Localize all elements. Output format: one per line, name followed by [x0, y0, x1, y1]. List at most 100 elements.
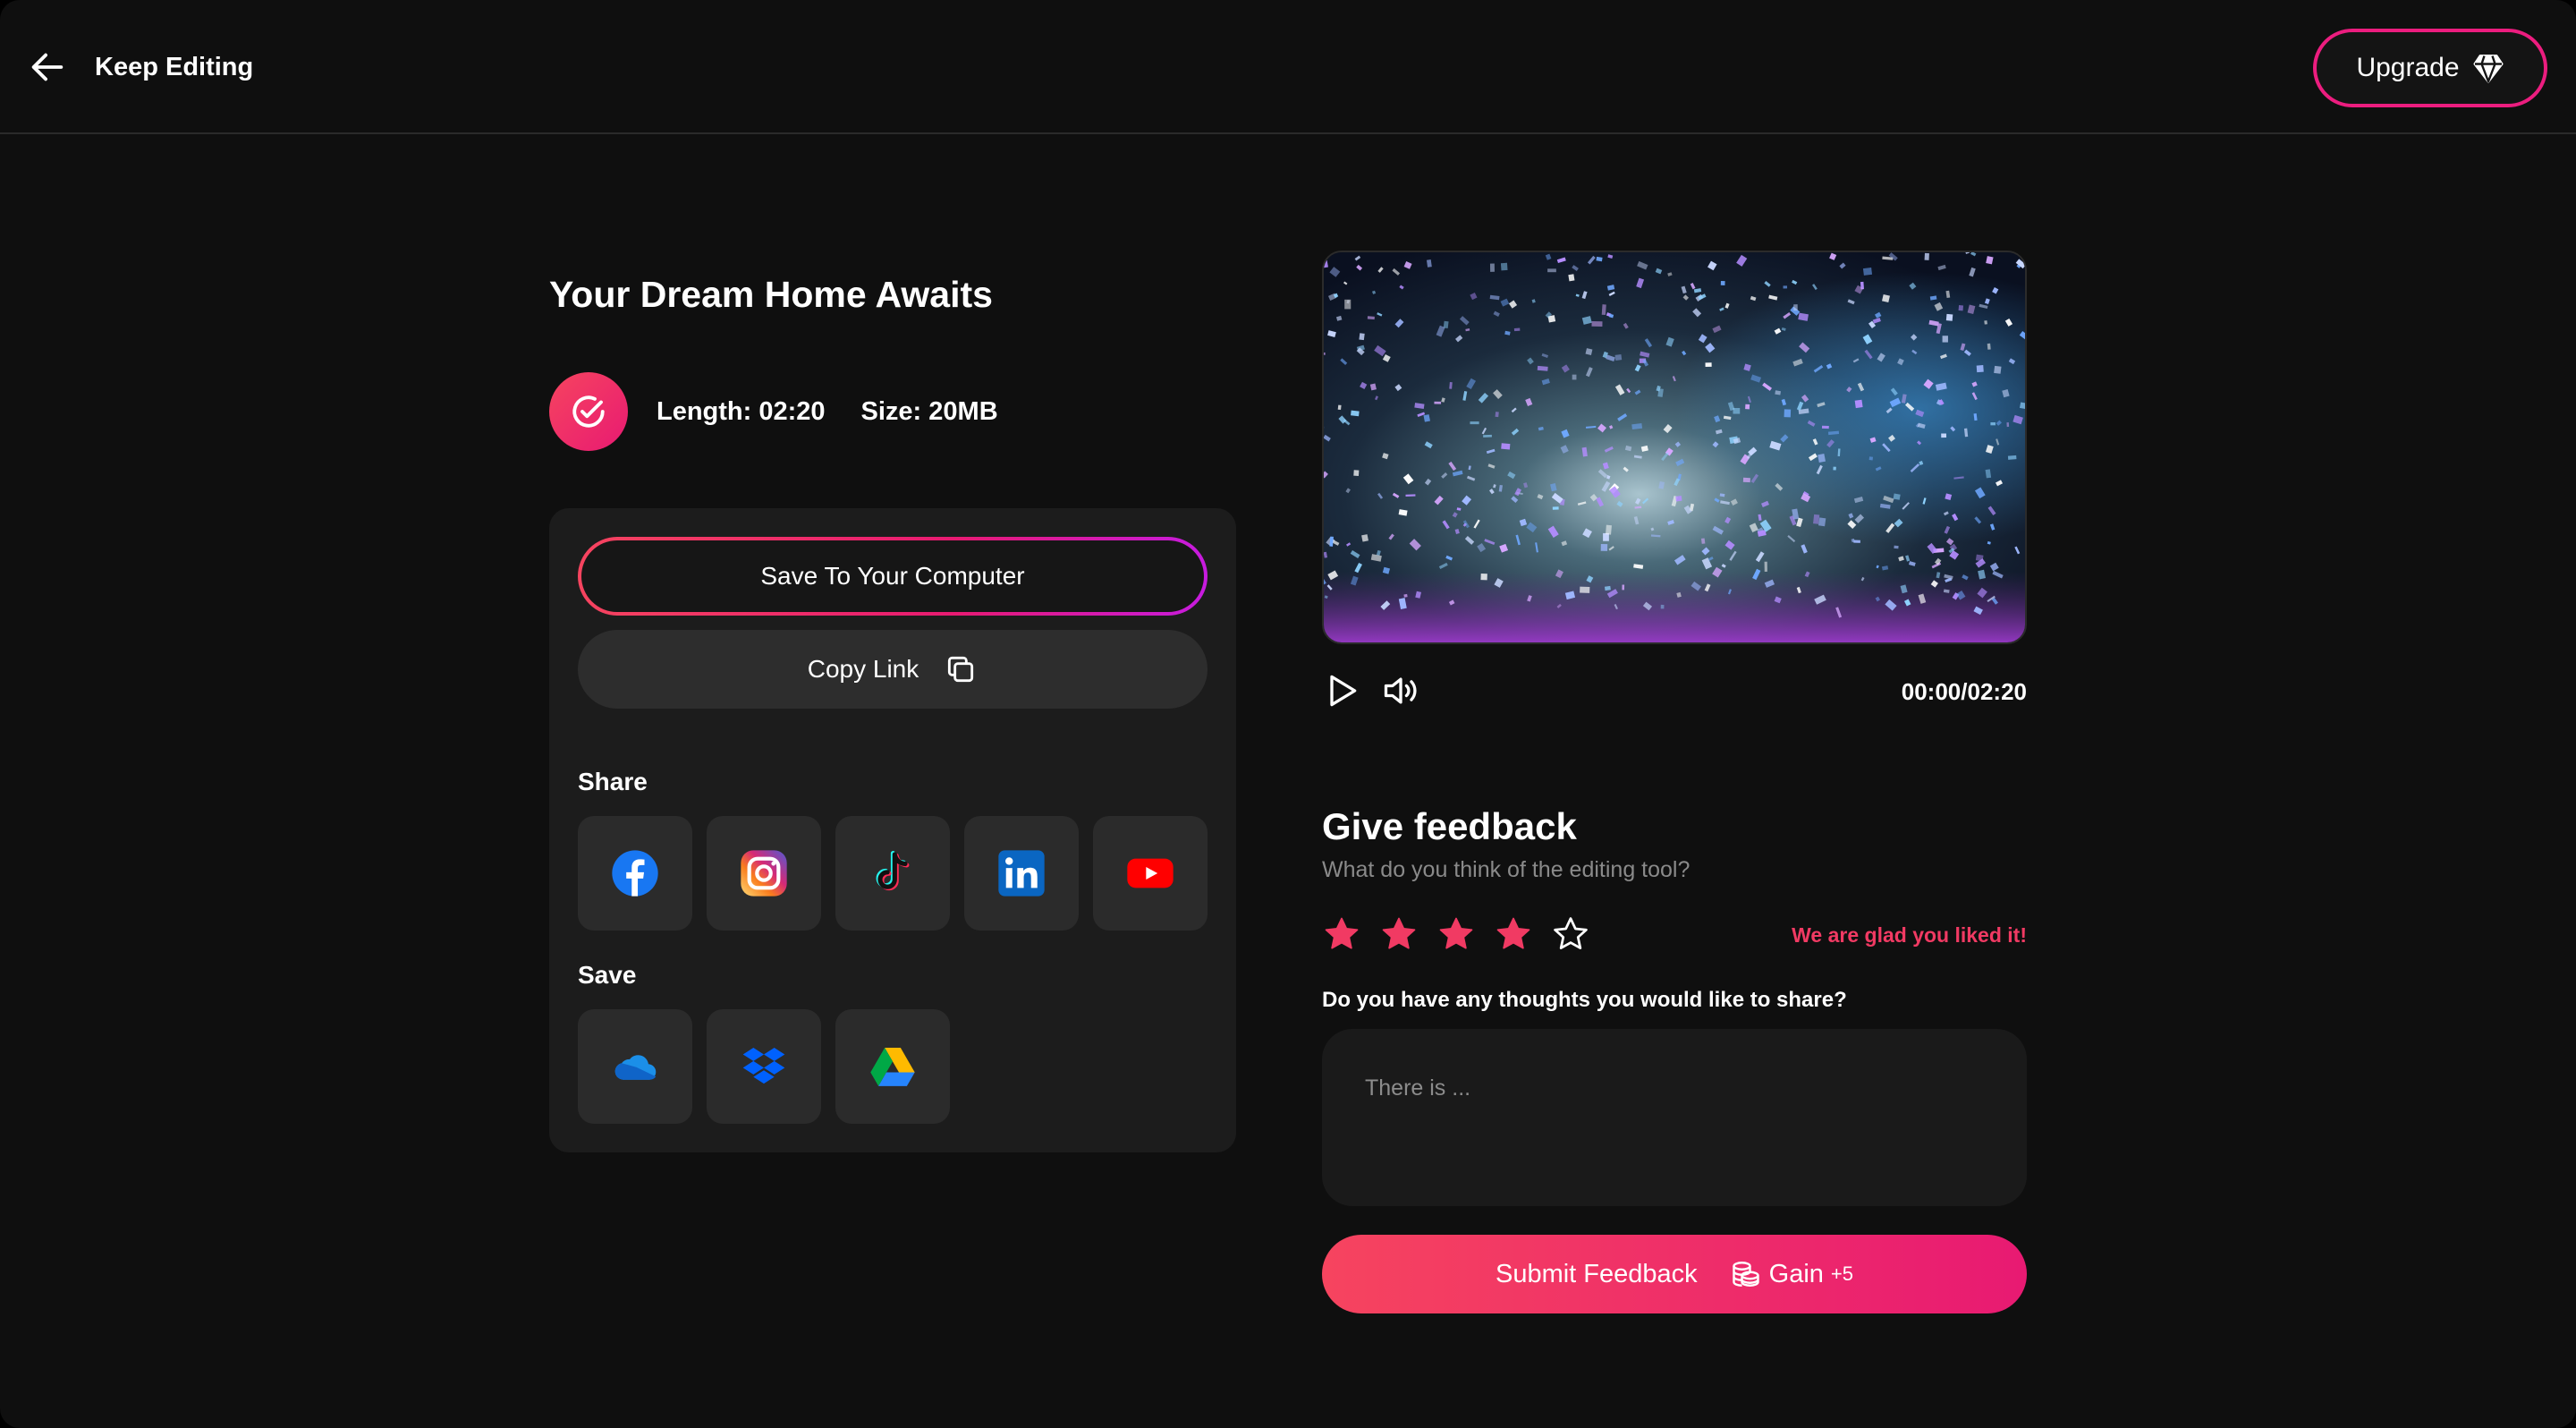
youtube-icon: [1127, 858, 1174, 888]
share-tiktok-button[interactable]: [835, 816, 950, 931]
copy-link-button[interactable]: Copy Link: [578, 630, 1208, 709]
feedback-question: Do you have any thoughts you would like …: [1322, 988, 1847, 1012]
video-preview[interactable]: [1322, 251, 2027, 644]
confetti-piece: [1337, 404, 1342, 411]
confetti-piece: [1862, 268, 1873, 276]
feedback-input[interactable]: [1322, 1029, 2027, 1206]
play-icon[interactable]: [1322, 671, 1361, 710]
confetti-piece: [1568, 274, 1575, 282]
confetti-piece: [1480, 574, 1487, 581]
confetti-piece: [1591, 320, 1603, 327]
check-circle-icon: [572, 395, 605, 428]
confetti-piece: [1513, 327, 1521, 332]
rating-message: We are glad you liked it!: [1792, 923, 2027, 947]
confetti-piece: [1403, 593, 1408, 598]
dropbox-icon: [742, 1048, 785, 1084]
share-linkedin-button[interactable]: [964, 816, 1079, 931]
confetti-piece: [1733, 408, 1741, 414]
share-label: Share: [578, 768, 648, 795]
confetti-piece: [1367, 316, 1375, 320]
confetti-piece: [1854, 399, 1863, 409]
upgrade-button[interactable]: Upgrade: [2313, 29, 2547, 107]
confetti-piece: [1443, 320, 1449, 328]
confetti-piece: [1604, 585, 1611, 591]
confetti-piece: [1483, 434, 1492, 438]
share-instagram-button[interactable]: [707, 816, 821, 931]
confetti-piece: [1813, 514, 1820, 524]
video-size: Size: 20MB: [860, 396, 998, 426]
volume-icon[interactable]: [1381, 671, 1420, 710]
share-facebook-button[interactable]: [578, 816, 692, 931]
star-filled-icon[interactable]: [1322, 914, 1361, 954]
facebook-icon: [612, 850, 658, 897]
confetti-piece: [1818, 517, 1826, 527]
confetti-piece: [1784, 409, 1792, 418]
confetti-piece: [1775, 390, 1782, 395]
star-rating: [1322, 914, 1590, 954]
arrow-left-icon: [31, 53, 64, 81]
confetti-piece: [1500, 262, 1508, 271]
confetti-piece: [1353, 470, 1360, 476]
confetti-piece: [1945, 313, 1953, 321]
confetti-piece: [1361, 534, 1368, 542]
confetti-piece: [1489, 263, 1495, 272]
confetti-piece: [1783, 285, 1788, 289]
share-youtube-button[interactable]: [1093, 816, 1208, 931]
confetti-piece: [1987, 343, 1991, 350]
save-to-computer-label: Save To Your Computer: [581, 540, 1204, 612]
copy-link-label: Copy Link: [807, 655, 919, 683]
feedback-title: Give feedback: [1322, 805, 1577, 847]
confetti-piece: [1344, 299, 1352, 310]
confetti-piece: [1622, 584, 1625, 591]
copy-icon: [948, 656, 974, 683]
confetti-piece: [1764, 561, 1767, 572]
confetti-piece: [1742, 477, 1750, 483]
keep-editing-button[interactable]: Keep Editing: [27, 41, 253, 93]
confetti-piece: [1705, 362, 1712, 367]
confetti-piece: [1405, 494, 1416, 497]
confetti-piece: [1324, 352, 1326, 355]
confetti-piece: [1547, 268, 1556, 273]
save-onedrive-button[interactable]: [578, 1009, 692, 1124]
confetti-piece: [1745, 404, 1750, 410]
keep-editing-label: Keep Editing: [95, 52, 254, 81]
onedrive-icon: [614, 1055, 657, 1080]
confetti-piece: [1924, 252, 1929, 260]
confetti-piece: [2006, 422, 2010, 428]
star-empty-icon[interactable]: [1551, 914, 1590, 954]
confetti-piece: [1833, 466, 1836, 471]
gain-label: Gain: [1768, 1259, 1824, 1288]
confetti-piece: [1601, 304, 1606, 316]
video-thumbnail: [1324, 252, 2025, 642]
top-bar: Keep Editing Upgrade: [0, 0, 2576, 134]
project-meta: Length: 02:20 Size: 20MB: [549, 372, 998, 451]
save-google-drive-button[interactable]: [835, 1009, 950, 1124]
feedback-subtitle: What do you think of the editing tool?: [1322, 857, 1690, 882]
confetti-piece: [1675, 496, 1682, 502]
submit-feedback-label: Submit Feedback: [1495, 1259, 1698, 1288]
submit-feedback-button[interactable]: Submit Feedback Gain +5: [1322, 1235, 2027, 1313]
confetti-piece: [1660, 604, 1665, 609]
confetti-piece: [1552, 506, 1559, 510]
confetti-piece: [1958, 305, 1964, 311]
confetti-piece: [1793, 304, 1798, 311]
confetti-piece: [1600, 544, 1608, 551]
save-to-computer-button[interactable]: Save To Your Computer: [578, 537, 1208, 616]
video-length: Length: 02:20: [657, 396, 826, 426]
google-drive-icon: [870, 1048, 915, 1086]
coins-icon: [1732, 1262, 1759, 1287]
star-filled-icon[interactable]: [1436, 914, 1476, 954]
confetti-piece: [2007, 455, 2017, 460]
star-filled-icon[interactable]: [1379, 914, 1419, 954]
confetti-piece: [1894, 545, 1899, 549]
star-filled-icon[interactable]: [1494, 914, 1533, 954]
confetti-piece: [1984, 320, 1987, 325]
confetti-piece: [1470, 421, 1479, 425]
upgrade-label: Upgrade: [2356, 53, 2460, 82]
tiktok-icon: [876, 851, 910, 891]
gain-value: +5: [1830, 1262, 1854, 1285]
save-dropbox-button[interactable]: [707, 1009, 821, 1124]
confetti-piece: [1351, 410, 1360, 417]
confetti-piece: [1359, 333, 1365, 341]
confetti-piece: [1720, 280, 1725, 285]
